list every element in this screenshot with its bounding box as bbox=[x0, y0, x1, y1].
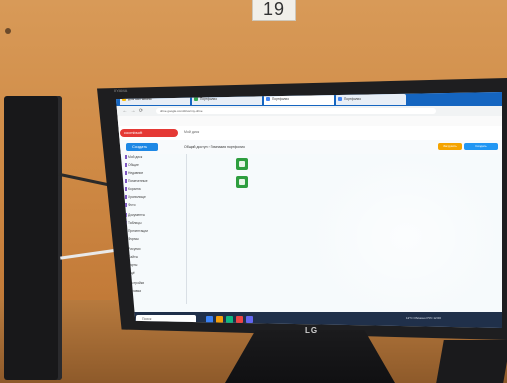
system-tray: 12°C Облачно РУС 12:00 bbox=[406, 316, 441, 320]
speaker bbox=[4, 96, 62, 380]
monitor-brand-logo: LG bbox=[305, 326, 319, 335]
sidebar-divider bbox=[186, 154, 187, 304]
sidebar-item[interactable]: Рисунки bbox=[125, 246, 140, 252]
keyboard bbox=[436, 340, 507, 383]
create-button[interactable]: Создать bbox=[464, 143, 498, 150]
sidebar-item[interactable]: Фото bbox=[125, 202, 136, 208]
sidebar-item[interactable]: Корзина bbox=[125, 186, 141, 192]
sidebar-item[interactable]: Общие bbox=[125, 162, 139, 168]
back-button[interactable]: ← bbox=[122, 108, 128, 114]
sidebar-item[interactable]: Таблицы bbox=[125, 220, 141, 226]
sidebar-item[interactable]: Документы bbox=[125, 212, 145, 218]
screen-glare bbox=[306, 152, 502, 322]
sidebar-item[interactable]: Презентации bbox=[125, 228, 148, 234]
app-header-text: Мой диск bbox=[184, 130, 200, 134]
screen: Дом шкл школы Портфолио Портфолио Портфо… bbox=[116, 92, 502, 328]
room-number-card: 19 bbox=[252, 0, 296, 21]
forward-button[interactable]: → bbox=[130, 108, 136, 114]
taskbar-app-icon[interactable] bbox=[206, 316, 213, 323]
taskbar-app-icon[interactable] bbox=[246, 316, 253, 323]
tab-label: Портфолио bbox=[344, 97, 361, 101]
browser-tab[interactable]: Портфолио bbox=[336, 94, 406, 105]
taskbar-app-icon[interactable] bbox=[236, 316, 243, 323]
file-icon[interactable] bbox=[236, 158, 248, 170]
sidebar-item[interactable]: Формы bbox=[125, 236, 139, 242]
wall-screw bbox=[5, 28, 11, 34]
reload-button[interactable]: ⟳ bbox=[138, 108, 144, 114]
upload-button[interactable]: Загрузить bbox=[438, 143, 462, 150]
tab-label: Портфолио bbox=[200, 97, 217, 101]
tab-label: Портфолио bbox=[272, 97, 289, 101]
sidebar-item[interactable]: Мой диск bbox=[125, 154, 142, 160]
sidebar-item[interactable]: Хранилище bbox=[125, 194, 146, 200]
sidebar-item[interactable]: Помеченные bbox=[125, 178, 148, 184]
sidebar-item[interactable]: Недавние bbox=[125, 170, 143, 176]
tab-favicon-icon bbox=[338, 97, 342, 101]
address-input[interactable]: drive.google.com/drive/my-drive bbox=[156, 108, 436, 114]
taskbar-app-icon[interactable] bbox=[216, 316, 223, 323]
tab-favicon-icon bbox=[266, 97, 270, 101]
bookmarks-bar bbox=[116, 116, 502, 126]
breadcrumb[interactable]: Общий доступ › Гимназия портфолио bbox=[184, 145, 245, 149]
file-icon[interactable] bbox=[236, 176, 248, 188]
new-button[interactable]: Создать bbox=[126, 143, 158, 151]
app-logo[interactable]: cocmbsoft bbox=[120, 129, 178, 137]
taskbar-app-icon[interactable] bbox=[226, 316, 233, 323]
sidebar: Мой диск Общие Недавние Помеченные Корзи… bbox=[124, 154, 184, 304]
monitor-brand-top: IIYAMA bbox=[114, 88, 128, 93]
